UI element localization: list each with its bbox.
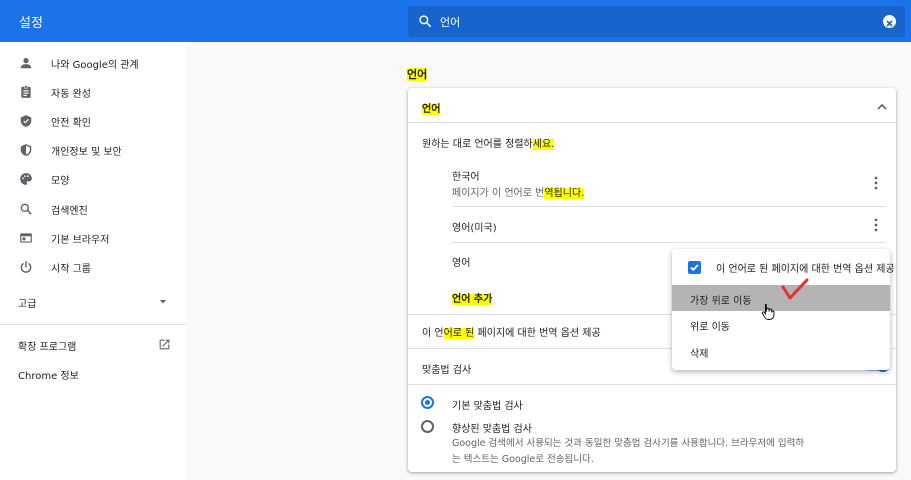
sidebar-item-label: 기본 브라우저 xyxy=(51,235,110,246)
red-checkmark-annotation xyxy=(781,278,809,300)
close-icon xyxy=(886,20,893,27)
sidebar-item-label: 검색엔진 xyxy=(51,206,88,217)
menu-item-label: 위로 이동 xyxy=(690,322,730,333)
sidebar-item-advanced[interactable]: 고급 xyxy=(0,289,186,315)
more-vert-icon[interactable] xyxy=(870,217,882,233)
sidebar-divider xyxy=(0,324,186,325)
language-name: 한국어 xyxy=(452,172,480,183)
sidebar-item-google-account[interactable]: 나와 Google의 관계 xyxy=(0,50,186,76)
sidebar-item-autofill[interactable]: 자동 완성 xyxy=(0,79,186,105)
check-icon xyxy=(690,264,699,272)
section-title-text: 언어 xyxy=(407,68,428,81)
spellcheck-title: 맞춤법 검사 xyxy=(422,365,472,376)
card-title: 언어 xyxy=(422,100,441,115)
offer-translate-part: 이 언 xyxy=(422,328,444,339)
spell-enhanced-description-line1: Google 검색에서 사용되는 것과 동일한 맞춤법 검사기를 사용합니다. … xyxy=(452,438,805,449)
section-title: 언어 xyxy=(407,66,428,82)
spell-basic-label: 기본 맞춤법 검사 xyxy=(452,401,523,412)
top-bar: 설정 xyxy=(0,0,911,42)
sidebar-extensions-label: 확장 프로그램 xyxy=(18,342,77,353)
menu-item-label: 이 언어로 된 페이지에 대한 번역 옵션 제공 xyxy=(716,264,895,275)
offer-translate-setting: 이 언어로 된 페이지에 대한 번역 옵션 제공 xyxy=(422,324,601,339)
shield-lock-icon xyxy=(20,144,32,156)
page-title: 설정 xyxy=(19,16,43,31)
clipboard-icon xyxy=(21,85,31,98)
offer-translate-highlight: 어로 된 xyxy=(443,328,475,339)
clear-search-button[interactable] xyxy=(883,15,896,28)
search-icon xyxy=(419,15,432,28)
person-icon xyxy=(20,58,32,69)
sidebar-advanced-label: 고급 xyxy=(18,299,37,310)
spell-enhanced-radio[interactable] xyxy=(421,420,434,433)
sidebar-item-extensions[interactable]: 확장 프로그램 xyxy=(0,332,186,358)
search-icon xyxy=(20,203,32,215)
add-language-button[interactable]: 언어 추가 xyxy=(452,290,493,305)
sidebar-about-label: Chrome 정보 xyxy=(18,371,79,382)
more-vert-icon[interactable] xyxy=(870,175,882,191)
spell-enhanced-description-line2: 는 텍스트는 Google로 전송됩니다. xyxy=(452,454,594,465)
search-input[interactable] xyxy=(440,13,860,30)
language-description: 페이지가 이 언어로 번역됩니다. xyxy=(452,184,585,199)
card-divider xyxy=(408,122,896,123)
caret-down-icon xyxy=(160,300,166,304)
sidebar-item-default-browser[interactable]: 기본 브라우저 xyxy=(0,225,186,251)
sidebar-item-label: 나와 Google의 관계 xyxy=(51,60,139,71)
search-box[interactable] xyxy=(408,6,905,37)
language-name: 영어(미국) xyxy=(452,223,497,234)
menu-remove[interactable]: 삭제 xyxy=(672,338,890,364)
sidebar-item-on-startup[interactable]: 시작 그룹 xyxy=(0,254,186,280)
browser-icon xyxy=(20,233,32,243)
row-divider xyxy=(452,206,886,207)
power-icon xyxy=(20,261,32,273)
palette-icon xyxy=(20,173,32,185)
menu-item-label: 가장 위로 이동 xyxy=(690,296,752,307)
menu-move-up[interactable]: 위로 이동 xyxy=(672,311,890,337)
sidebar-item-privacy[interactable]: 개인정보 및 보안 xyxy=(0,137,186,163)
sidebar-item-appearance[interactable]: 모양 xyxy=(0,166,186,192)
open-in-new-icon xyxy=(159,339,170,350)
shield-check-icon xyxy=(20,115,32,127)
sidebar-item-label: 자동 완성 xyxy=(51,89,91,100)
order-desc-highlight: 세요. xyxy=(532,139,555,150)
add-language-label: 언어 추가 xyxy=(452,294,493,305)
sidebar-item-label: 안전 확인 xyxy=(51,118,91,129)
menu-item-label: 삭제 xyxy=(690,349,709,360)
spell-basic-radio[interactable] xyxy=(421,396,434,409)
sidebar-item-search-engine[interactable]: 검색엔진 xyxy=(0,196,186,222)
language-order-description: 원하는 대로 언어를 정렬하세요. xyxy=(422,135,555,150)
sidebar: 나와 Google의 관계 자동 완성 안전 확인 개인정보 및 보안 모양 검… xyxy=(0,42,186,480)
hand-cursor-icon xyxy=(761,304,775,320)
language-desc-highlight: 역됩니다. xyxy=(544,188,585,199)
language-name: 영어 xyxy=(452,258,471,269)
sidebar-item-label: 개인정보 및 보안 xyxy=(51,147,122,158)
checkbox-checked[interactable] xyxy=(688,261,701,274)
sidebar-item-safety-check[interactable]: 안전 확인 xyxy=(0,108,186,134)
card-divider xyxy=(408,384,896,385)
chevron-up-icon[interactable] xyxy=(876,101,888,111)
spell-enhanced-label: 향상된 맞춤법 검사 xyxy=(452,424,532,435)
sidebar-item-label: 시작 그룹 xyxy=(51,264,91,275)
sidebar-item-about-chrome[interactable]: Chrome 정보 xyxy=(0,361,186,387)
card-title-text: 언어 xyxy=(422,104,441,115)
order-desc-part: 원하는 대로 언어를 정렬하 xyxy=(422,139,533,150)
language-desc-part: 페이지가 이 언어로 번 xyxy=(452,188,545,199)
row-divider xyxy=(452,242,886,243)
sidebar-item-label: 모양 xyxy=(51,176,70,187)
offer-translate-part: 페이지에 대한 번역 옵션 제공 xyxy=(474,328,601,339)
language-actions-menu: 이 언어로 된 페이지에 대한 번역 옵션 제공 가장 위로 이동 위로 이동 … xyxy=(672,249,895,370)
